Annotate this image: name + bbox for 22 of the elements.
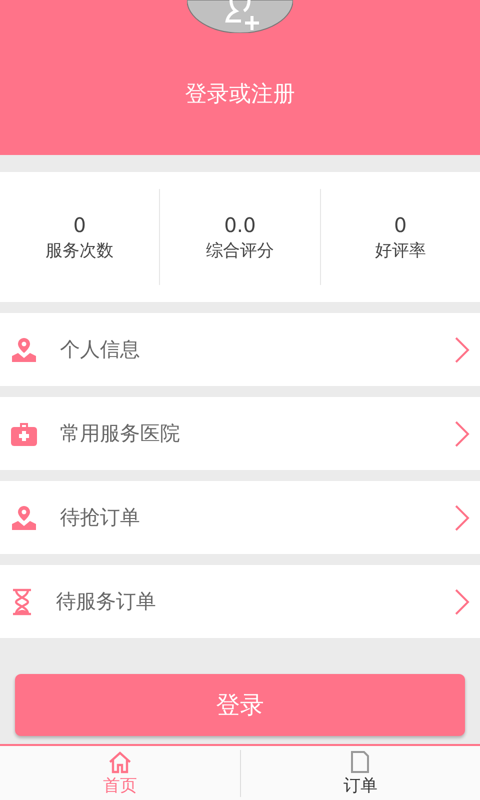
home-icon	[106, 750, 133, 774]
stat-value: 0	[73, 212, 86, 236]
stat-label: 好评率	[374, 240, 426, 262]
hourglass-icon	[10, 588, 34, 616]
menu-item[interactable]: 待抢订单	[0, 481, 480, 554]
document-icon	[349, 750, 372, 774]
add-user-avatar-icon[interactable]	[187, 0, 293, 33]
menu-item[interactable]: 个人信息	[0, 313, 480, 386]
menu-item[interactable]: 待服务订单	[0, 565, 480, 638]
medical-kit-icon	[10, 420, 38, 446]
stat-label: 综合评分	[206, 240, 274, 262]
stat-value: 0.0	[224, 212, 256, 236]
user-pin-icon	[10, 504, 38, 532]
stat-label: 服务次数	[46, 240, 114, 262]
chevron-right-icon	[454, 420, 470, 448]
user-pin-icon	[10, 336, 38, 364]
chevron-right-icon	[454, 336, 470, 364]
chevron-right-icon	[454, 588, 470, 616]
menu-item[interactable]: 常用服务医院	[0, 397, 480, 470]
stat-value: 0	[394, 212, 407, 236]
tab[interactable]: 订单	[240, 750, 480, 796]
chevron-right-icon	[454, 504, 470, 532]
